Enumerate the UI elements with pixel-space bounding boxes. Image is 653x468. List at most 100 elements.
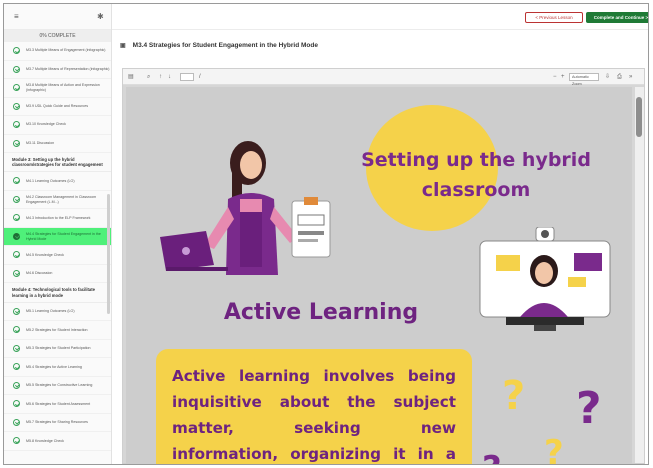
viewer-scrollbar-thumb[interactable] xyxy=(636,97,642,137)
zoom-select[interactable]: Automatic Zoom xyxy=(569,73,599,86)
completed-check-icon xyxy=(13,214,20,222)
completed-check-icon xyxy=(13,418,20,426)
lesson-item[interactable]: M3.3 Multiple Means of Engagement (infog… xyxy=(4,42,111,61)
lesson-item[interactable]: M4.1 Learning Outcomes (LO) xyxy=(4,172,111,191)
lesson-item[interactable]: M4.6 Discussion xyxy=(4,265,111,284)
page-count-icon: / xyxy=(199,74,201,80)
section-heading: Active Learning xyxy=(223,300,419,325)
prev-page-icon[interactable]: ↑ xyxy=(159,73,162,81)
lesson-item[interactable]: M3.11 Discussion xyxy=(4,135,111,153)
previous-lesson-button[interactable]: < Previous Lesson xyxy=(525,12,583,23)
slide-page: Setting up the hybrid classroom Active L… xyxy=(126,87,632,465)
lesson-list: M3.3 Multiple Means of Engagement (infog… xyxy=(4,42,111,451)
lesson-item-label: M3.9 UDL Quick Guide and Resources xyxy=(26,103,88,108)
zoom-out-icon[interactable]: − xyxy=(553,73,557,81)
question-mark-icon: ? xyxy=(502,373,526,419)
video-call-monitor-illustration xyxy=(479,227,611,331)
download-icon[interactable]: ⇩ xyxy=(605,73,610,81)
lesson-item-label: M5.8 Knowledge Check xyxy=(26,438,64,443)
document-viewer: ▤ ⌕ ↑ ↓ / − + Automatic Zoom ⇩ ⎙ » Setti… xyxy=(122,68,645,464)
question-mark-icon: ? xyxy=(544,433,564,465)
lesson-item-label: M5.2 Strategies for Student Interaction xyxy=(26,327,88,332)
lesson-item-label: M4.1 Learning Outcomes (LO) xyxy=(26,178,75,183)
completed-check-icon xyxy=(13,381,20,389)
lesson-item-label: M4.5 Knowledge Check xyxy=(26,252,64,257)
app-window: ≡ ✱ 0% COMPLETE M3.3 Multiple Means of E… xyxy=(3,3,649,465)
lesson-item-label: M4.6 Discussion xyxy=(26,271,53,276)
lesson-item[interactable]: M5.7 Strategies for Sharing Resources xyxy=(4,414,111,433)
sidebar-header: ≡ ✱ xyxy=(4,4,111,30)
progress-label: 0% COMPLETE xyxy=(4,30,111,42)
top-bar: < Previous Lesson Complete and Continue … xyxy=(112,4,648,30)
zoom-in-icon[interactable]: + xyxy=(561,73,565,81)
module-heading: Module 4: Technological tools to facilit… xyxy=(4,283,111,303)
completed-check-icon xyxy=(13,232,20,240)
completed-check-icon xyxy=(13,363,20,371)
lesson-item-label: M3.11 Discussion xyxy=(26,140,55,145)
completed-check-icon xyxy=(13,326,20,334)
lesson-item-label: M5.4 Strategies for Active Learning xyxy=(26,364,82,369)
sidebar-toggle-icon[interactable]: ▤ xyxy=(128,73,134,81)
lesson-item-label: M5.1 Learning Outcomes (LO) xyxy=(26,309,75,314)
lesson-title-row: ▣ M3.4 Strategies for Student Engagement… xyxy=(120,39,318,51)
lesson-item[interactable]: M3.8 Multiple Means of Action and Expres… xyxy=(4,79,111,98)
completed-check-icon xyxy=(13,195,20,203)
completed-check-icon xyxy=(13,269,20,277)
completed-check-icon xyxy=(13,102,20,110)
lesson-item-label: M5.3 Strategies for Student Participatio… xyxy=(26,346,91,351)
course-sidebar: ≡ ✱ 0% COMPLETE M3.3 Multiple Means of E… xyxy=(4,4,112,464)
completed-check-icon xyxy=(13,65,20,73)
lesson-item[interactable]: M4.5 Knowledge Check xyxy=(4,246,111,265)
lesson-item[interactable]: M5.8 Knowledge Check xyxy=(4,432,111,451)
lesson-item-label: M3.10 Knowledge Check xyxy=(26,122,66,127)
lesson-item[interactable]: M3.9 UDL Quick Guide and Resources xyxy=(4,98,111,116)
module-heading: Module 3: Setting up the hybrid classroo… xyxy=(4,153,111,173)
completed-check-icon xyxy=(13,400,20,408)
lesson-item[interactable]: M3.10 Knowledge Check xyxy=(4,116,111,135)
completed-check-icon xyxy=(13,84,20,91)
more-tools-icon[interactable]: » xyxy=(629,73,632,81)
lesson-item[interactable]: M5.5 Strategies for Constructive Learnin… xyxy=(4,377,111,396)
lesson-item[interactable]: M5.3 Strategies for Student Participatio… xyxy=(4,340,111,359)
lesson-icon: ▣ xyxy=(120,42,126,49)
question-mark-icon: ? xyxy=(576,383,602,434)
lesson-item[interactable]: M4.3 Introduction to the ELP Framework xyxy=(4,209,111,228)
print-icon[interactable]: ⎙ xyxy=(617,73,622,81)
completed-check-icon xyxy=(13,47,20,54)
settings-icon[interactable]: ✱ xyxy=(97,13,104,21)
lesson-item[interactable]: M5.6 Strategies for Student Assessment xyxy=(4,395,111,414)
lesson-item[interactable]: M5.1 Learning Outcomes (LO) xyxy=(4,303,111,322)
completed-check-icon xyxy=(13,437,20,445)
next-page-icon[interactable]: ↓ xyxy=(168,73,171,81)
lesson-item-label: M3.3 Multiple Means of Engagement (infog… xyxy=(26,48,106,53)
lesson-item-label: M3.8 Multiple Means of Action and Expres… xyxy=(26,83,100,92)
completed-check-icon xyxy=(13,344,20,352)
lesson-item-active[interactable]: M4.4 Strategies for Student Engagement i… xyxy=(4,227,111,247)
completed-check-icon xyxy=(13,251,20,259)
slide-title: Setting up the hybrid classroom xyxy=(361,149,591,201)
lesson-item-label: M5.5 Strategies for Constructive Learnin… xyxy=(26,383,93,388)
viewer-toolbar: ▤ ⌕ ↑ ↓ / − + Automatic Zoom ⇩ ⎙ » xyxy=(123,69,644,86)
question-mark-icon: ? xyxy=(482,449,502,464)
completed-check-icon xyxy=(13,139,20,147)
lesson-item-label: M4.4 Strategies for Student Engagement i… xyxy=(26,232,101,241)
lesson-item[interactable]: M4.2 Classroom Management in Classroom E… xyxy=(4,191,111,210)
viewer-scrollbar[interactable] xyxy=(635,87,644,463)
lesson-item-label: M5.7 Strategies for Sharing Resources xyxy=(26,420,88,425)
lesson-item-label: M3.7 Multiple Means of Representation (i… xyxy=(26,66,110,71)
woman-with-laptop-illustration xyxy=(160,141,331,275)
complete-continue-button[interactable]: Complete and Continue > xyxy=(586,12,648,23)
completed-check-icon xyxy=(13,121,20,128)
lesson-item[interactable]: M3.7 Multiple Means of Representation (i… xyxy=(4,61,111,79)
lesson-item-label: M4.3 Introduction to the ELP Framework xyxy=(26,215,91,220)
completed-check-icon xyxy=(13,177,20,185)
body-text-box: Active learning involves being inquisiti… xyxy=(156,349,472,464)
page-number-input[interactable] xyxy=(180,73,194,81)
completed-check-icon xyxy=(13,307,20,315)
lesson-title: M3.4 Strategies for Student Engagement i… xyxy=(132,41,318,49)
lesson-item[interactable]: M5.4 Strategies for Active Learning xyxy=(4,358,111,377)
lesson-item[interactable]: M5.2 Strategies for Student Interaction xyxy=(4,321,111,340)
sidebar-scrollbar[interactable] xyxy=(107,194,110,314)
search-icon[interactable]: ⌕ xyxy=(147,73,150,81)
menu-icon[interactable]: ≡ xyxy=(14,13,22,21)
